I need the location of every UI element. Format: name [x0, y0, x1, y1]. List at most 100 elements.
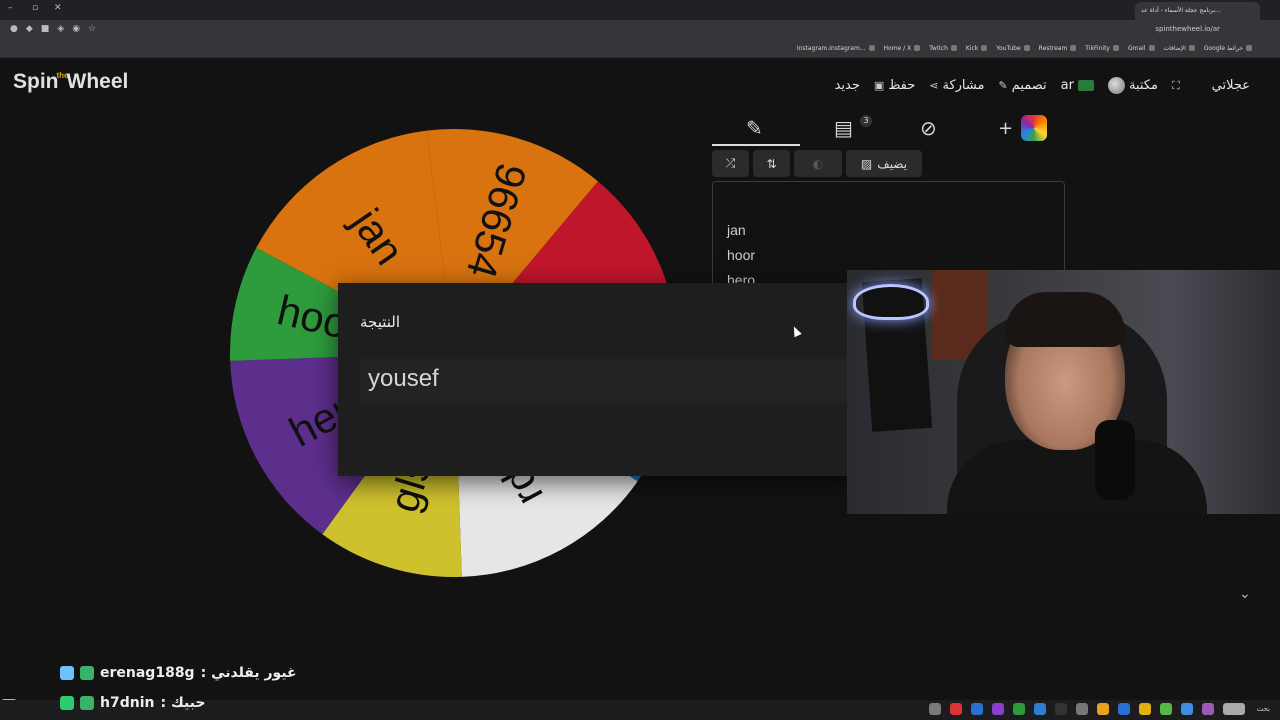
logo-text-spin: Spin	[13, 70, 59, 93]
design-button[interactable]: ✎ تصميم	[998, 78, 1046, 93]
browser-tab-bar: – ▫ ✕ + برنامج عجلة الأسماء - أداة عد...	[0, 0, 1280, 20]
xbox-icon[interactable]	[1013, 703, 1025, 715]
library-button[interactable]: مكتبة	[1107, 77, 1158, 94]
folder-icon[interactable]	[1139, 703, 1151, 715]
browser-extensions: ● ◆ ■ ◈ ◉ ☆	[10, 24, 96, 34]
add-button[interactable]: +	[998, 118, 1013, 139]
top-menu: جديد ▣ حفظ ⋖ مشاركة ✎ تصميم ar مكتبة ⛶ عجلا…	[835, 77, 1250, 94]
extension-icon[interactable]: ●	[10, 24, 18, 34]
add-image-button[interactable]: ▨ يضيف	[846, 150, 922, 177]
bookmark-item[interactable]: Instagram.Instagram...	[797, 45, 875, 52]
close-icon[interactable]: ✕	[54, 3, 62, 13]
flag-icon	[1077, 80, 1094, 91]
app-icon[interactable]	[992, 703, 1004, 715]
bookmark-item[interactable]: YouTube	[996, 45, 1029, 52]
bookmark-item[interactable]: Home / X	[884, 45, 921, 52]
calendar-icon[interactable]	[1118, 703, 1130, 715]
bookmark-item[interactable]: Kick	[966, 45, 987, 52]
streamer-body	[947, 440, 1207, 514]
save-icon: ▣	[873, 79, 885, 92]
neon-bat-sign	[853, 284, 929, 320]
bookmark-item[interactable]: Gmail	[1128, 45, 1155, 52]
mask-button[interactable]: ◐	[794, 150, 842, 177]
share-button[interactable]: ⋖ مشاركة	[929, 78, 984, 93]
steam-icon[interactable]	[971, 703, 983, 715]
bookmarks-bar: Instagram.Instagram... Home / X Twitch K…	[0, 42, 1280, 58]
language-button[interactable]: ar	[1061, 78, 1094, 93]
sort-icon: ⇅	[766, 156, 777, 171]
extension-icon[interactable]: ◆	[26, 24, 33, 34]
library-label: مكتبة	[1128, 78, 1158, 93]
extension-icon[interactable]: ◉	[72, 24, 80, 34]
bookmark-item[interactable]: Restream	[1039, 45, 1077, 52]
save-button[interactable]: ▣ حفظ	[874, 78, 915, 93]
app-icon[interactable]	[950, 703, 962, 715]
extension-icon[interactable]: ◈	[57, 24, 64, 34]
editor-tabs: ✎ ▤ ⊘ +	[712, 110, 1065, 146]
taskbar-search[interactable]: بحث	[1257, 705, 1270, 713]
app-logo[interactable]: SpintheWheel	[13, 70, 128, 94]
bookmark-item[interactable]: Google خرائط	[1204, 45, 1252, 52]
address-bar: ● ◆ ■ ◈ ◉ ☆ spinthewheel.io/ar	[0, 20, 1280, 42]
pencil-icon[interactable]: ✎	[746, 116, 763, 140]
new-button[interactable]: جديد	[835, 78, 860, 93]
nvidia-icon[interactable]	[1160, 703, 1172, 715]
chrome-icon[interactable]	[1097, 703, 1109, 715]
chevron-down-icon[interactable]: ⌄	[1239, 586, 1251, 602]
share-icon: ⋖	[929, 79, 939, 92]
my-wheels-label: عجلاتي	[1211, 78, 1250, 93]
new-label: جديد	[834, 78, 860, 93]
streamer-hair	[1005, 292, 1125, 347]
save-label: حفظ	[888, 78, 916, 93]
bookmark-item[interactable]: TikFinity	[1085, 45, 1119, 52]
bookmark-item[interactable]: الإضافات	[1164, 45, 1195, 52]
app-icon[interactable]	[1181, 703, 1193, 715]
star-icon[interactable]: ☆	[88, 24, 96, 34]
color-palette-button[interactable]	[1021, 115, 1047, 141]
language-label: ar	[1060, 78, 1074, 93]
badge-icon	[80, 666, 94, 680]
minimize-icon[interactable]: –	[8, 3, 13, 13]
fullscreen-icon: ⛶	[1171, 78, 1180, 92]
settings-icon[interactable]	[929, 703, 941, 715]
mask-icon: ◐	[812, 156, 824, 171]
design-label: تصميم	[1011, 78, 1047, 93]
chat-message: erenag188g : غيور يقلدني	[60, 665, 297, 681]
eye-off-icon[interactable]: ⊘	[920, 116, 937, 140]
tiktok-icon[interactable]	[1055, 703, 1067, 715]
image-icon: ▨	[860, 156, 873, 171]
fullscreen-button[interactable]: ⛶	[1172, 79, 1180, 93]
screen: – ▫ ✕ + برنامج عجلة الأسماء - أداة عد...…	[0, 0, 1280, 720]
logo-text-wheel: Wheel	[66, 70, 129, 93]
my-wheels-button[interactable]: عجلاتي	[1212, 78, 1250, 93]
pencil-icon: ✎	[998, 79, 1008, 92]
shuffle-icon: ⤮	[725, 156, 736, 170]
badge-icon	[80, 696, 94, 710]
webcam-overlay	[847, 270, 1280, 514]
bookmark-item[interactable]: Twitch	[929, 45, 957, 52]
active-tab-indicator	[712, 144, 800, 146]
share-label: مشاركة	[942, 78, 985, 93]
app-icon[interactable]	[1223, 703, 1245, 715]
restore-icon[interactable]: ▫	[32, 3, 38, 13]
globe-icon	[1107, 77, 1125, 94]
extension-icon[interactable]: ■	[41, 24, 50, 34]
entry-item: jan	[727, 222, 746, 238]
shuffle-button[interactable]: ⤮	[712, 150, 749, 177]
chat-text: : حبيك	[160, 695, 206, 711]
microphone	[1095, 420, 1135, 500]
app-icon[interactable]	[1034, 703, 1046, 715]
app-icon[interactable]	[1076, 703, 1088, 715]
active-tab[interactable]: برنامج عجلة الأسماء - أداة عد...	[1135, 2, 1260, 20]
result-dialog: النتيجة yousef	[338, 283, 858, 476]
sort-button[interactable]: ⇅	[753, 150, 790, 177]
taskbar-apps	[929, 703, 1245, 715]
badge-icon	[60, 666, 74, 680]
url-field[interactable]: spinthewheel.io/ar	[1155, 25, 1220, 33]
chat-username: h7dnin	[100, 695, 155, 711]
copilot-icon[interactable]	[1202, 703, 1214, 715]
entry-item: hoor	[727, 247, 756, 263]
clipboard-icon[interactable]: ▤	[834, 116, 853, 140]
badge-icon	[60, 696, 74, 710]
active-tab-title: برنامج عجلة الأسماء - أداة عد...	[1141, 7, 1221, 14]
